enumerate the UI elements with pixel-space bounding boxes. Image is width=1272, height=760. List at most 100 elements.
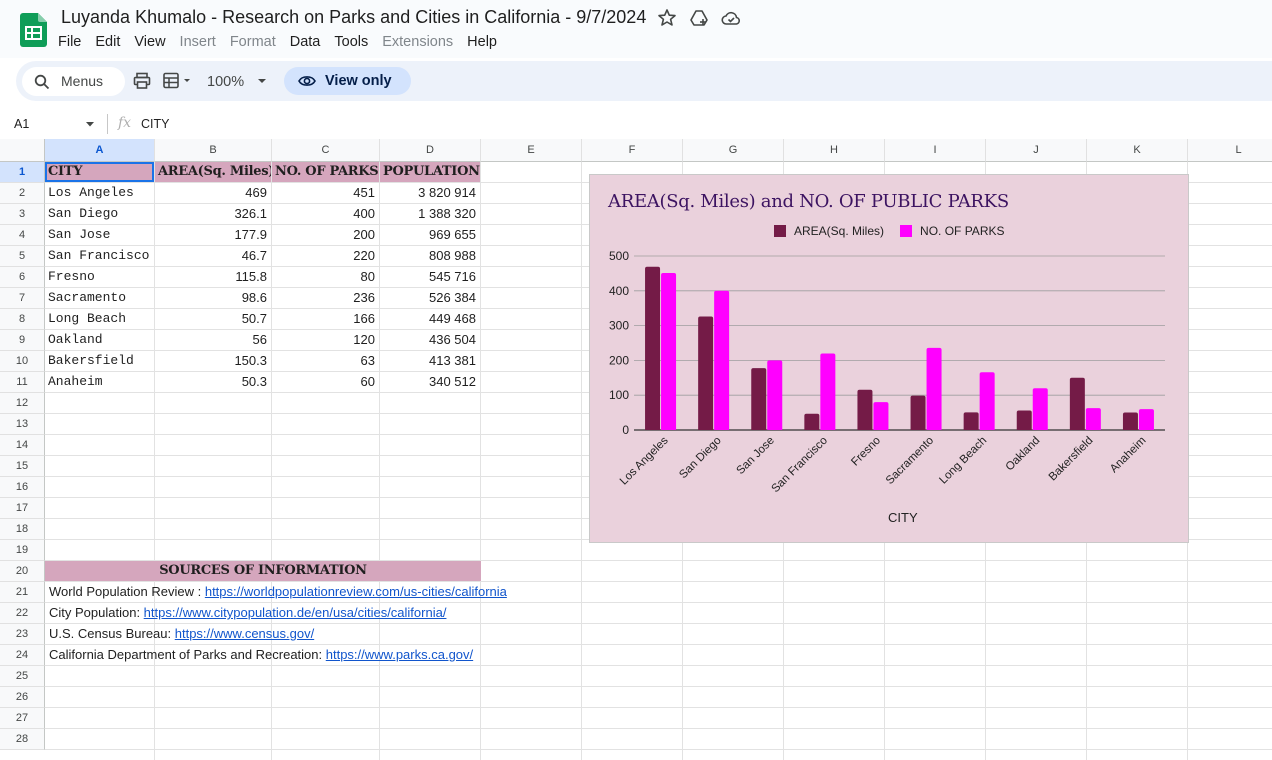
column-header-h[interactable]: H xyxy=(784,139,885,162)
menu-insert[interactable]: Insert xyxy=(174,33,222,51)
legend-item[interactable]: NO. OF PARKS xyxy=(900,224,1005,238)
cell-city[interactable]: Anaheim xyxy=(45,372,154,392)
cell-population[interactable]: 449 468 xyxy=(380,309,480,329)
cell-area[interactable]: 46.7 xyxy=(155,246,271,266)
cell-area[interactable]: 177.9 xyxy=(155,225,271,245)
source-link[interactable]: https://www.census.gov/ xyxy=(175,626,314,641)
row-header-4[interactable]: 4 xyxy=(0,225,45,246)
cell-area[interactable]: 56 xyxy=(155,330,271,350)
cell-city[interactable]: Long Beach xyxy=(45,309,154,329)
header-city[interactable]: CITY xyxy=(45,162,154,182)
row-header-2[interactable]: 2 xyxy=(0,183,45,204)
row-header-19[interactable]: 19 xyxy=(0,540,45,561)
row-header-20[interactable]: 20 xyxy=(0,561,45,582)
cell-city[interactable]: Oakland xyxy=(45,330,154,350)
column-header-c[interactable]: C xyxy=(272,139,380,162)
legend-item[interactable]: AREA(Sq. Miles) xyxy=(774,224,884,238)
sources-heading[interactable]: SOURCES OF INFORMATION xyxy=(45,561,481,581)
formula-input[interactable]: CITY xyxy=(141,117,169,131)
cloud-status-icon[interactable] xyxy=(721,8,741,28)
row-header-6[interactable]: 6 xyxy=(0,267,45,288)
column-header-j[interactable]: J xyxy=(986,139,1087,162)
row-header-17[interactable]: 17 xyxy=(0,498,45,519)
column-header-g[interactable]: G xyxy=(683,139,784,162)
view-only-button[interactable]: View only xyxy=(284,67,411,95)
row-header-11[interactable]: 11 xyxy=(0,372,45,393)
cell-population[interactable]: 545 716 xyxy=(380,267,480,287)
row-header-15[interactable]: 15 xyxy=(0,456,45,477)
row-header-28[interactable]: 28 xyxy=(0,729,45,750)
cell-parks[interactable]: 200 xyxy=(272,225,379,245)
cell-area[interactable]: 469 xyxy=(155,183,271,203)
menus-search-button[interactable]: Menus xyxy=(22,67,125,96)
source-link[interactable]: https://www.citypopulation.de/en/usa/cit… xyxy=(144,605,447,620)
cell-parks[interactable]: 236 xyxy=(272,288,379,308)
cell-parks[interactable]: 451 xyxy=(272,183,379,203)
cell-population[interactable]: 413 381 xyxy=(380,351,480,371)
row-header-25[interactable]: 25 xyxy=(0,666,45,687)
column-header-f[interactable]: F xyxy=(582,139,683,162)
menu-tools[interactable]: Tools xyxy=(328,33,374,51)
row-header-13[interactable]: 13 xyxy=(0,414,45,435)
cell-parks[interactable]: 166 xyxy=(272,309,379,329)
column-header-d[interactable]: D xyxy=(380,139,481,162)
cell-parks[interactable]: 400 xyxy=(272,204,379,224)
cell-area[interactable]: 326.1 xyxy=(155,204,271,224)
cell-area[interactable]: 98.6 xyxy=(155,288,271,308)
menu-edit[interactable]: Edit xyxy=(89,33,126,51)
cell-city[interactable]: Fresno xyxy=(45,267,154,287)
column-header-i[interactable]: I xyxy=(885,139,986,162)
row-header-14[interactable]: 14 xyxy=(0,435,45,456)
menu-view[interactable]: View xyxy=(128,33,171,51)
cell-area[interactable]: 150.3 xyxy=(155,351,271,371)
cell-parks[interactable]: 60 xyxy=(272,372,379,392)
source-link[interactable]: https://worldpopulationreview.com/us-cit… xyxy=(205,584,507,599)
menu-help[interactable]: Help xyxy=(461,33,503,51)
cell-city[interactable]: Bakersfield xyxy=(45,351,154,371)
print-icon[interactable] xyxy=(133,72,151,90)
cell-parks[interactable]: 120 xyxy=(272,330,379,350)
cell-parks[interactable]: 63 xyxy=(272,351,379,371)
cell-city[interactable]: San Jose xyxy=(45,225,154,245)
cell-city[interactable]: Los Angeles xyxy=(45,183,154,203)
document-title[interactable]: Luyanda Khumalo - Research on Parks and … xyxy=(61,7,646,28)
column-header-l[interactable]: L xyxy=(1188,139,1272,162)
row-header-8[interactable]: 8 xyxy=(0,309,45,330)
row-header-22[interactable]: 22 xyxy=(0,603,45,624)
row-header-9[interactable]: 9 xyxy=(0,330,45,351)
row-header-27[interactable]: 27 xyxy=(0,708,45,729)
column-header-a[interactable]: A xyxy=(45,139,155,162)
row-header-12[interactable]: 12 xyxy=(0,393,45,414)
cell-population[interactable]: 340 512 xyxy=(380,372,480,392)
cell-population[interactable]: 1 388 320 xyxy=(380,204,480,224)
cell-area[interactable]: 50.7 xyxy=(155,309,271,329)
star-icon[interactable] xyxy=(657,8,677,28)
cell-city[interactable]: San Francisco xyxy=(45,246,154,266)
column-header-e[interactable]: E xyxy=(481,139,582,162)
menu-extensions[interactable]: Extensions xyxy=(376,33,459,51)
row-header-24[interactable]: 24 xyxy=(0,645,45,666)
source-link[interactable]: https://www.parks.ca.gov/ xyxy=(326,647,473,662)
menu-file[interactable]: File xyxy=(52,33,87,51)
cell-parks[interactable]: 80 xyxy=(272,267,379,287)
row-header-7[interactable]: 7 xyxy=(0,288,45,309)
row-header-21[interactable]: 21 xyxy=(0,582,45,603)
sheets-logo-icon[interactable] xyxy=(20,13,47,47)
cell-population[interactable]: 969 655 xyxy=(380,225,480,245)
view-mode-icon[interactable] xyxy=(162,72,192,90)
row-header-1[interactable]: 1 xyxy=(0,162,45,183)
cell-population[interactable]: 808 988 xyxy=(380,246,480,266)
cell-parks[interactable]: 220 xyxy=(272,246,379,266)
row-header-18[interactable]: 18 xyxy=(0,519,45,540)
bar-chart[interactable]: 0 100 200 300 400 500 Los Angeles San Diego San … xyxy=(589,174,1189,543)
row-header-26[interactable]: 26 xyxy=(0,687,45,708)
zoom-select[interactable]: 100% xyxy=(207,74,244,90)
menu-format[interactable]: Format xyxy=(224,33,282,51)
cell-city[interactable]: Sacramento xyxy=(45,288,154,308)
row-header-23[interactable]: 23 xyxy=(0,624,45,645)
header-parks[interactable]: NO. OF PARKS xyxy=(272,162,379,182)
cell-area[interactable]: 50.3 xyxy=(155,372,271,392)
row-header-10[interactable]: 10 xyxy=(0,351,45,372)
menu-data[interactable]: Data xyxy=(284,33,327,51)
row-header-16[interactable]: 16 xyxy=(0,477,45,498)
